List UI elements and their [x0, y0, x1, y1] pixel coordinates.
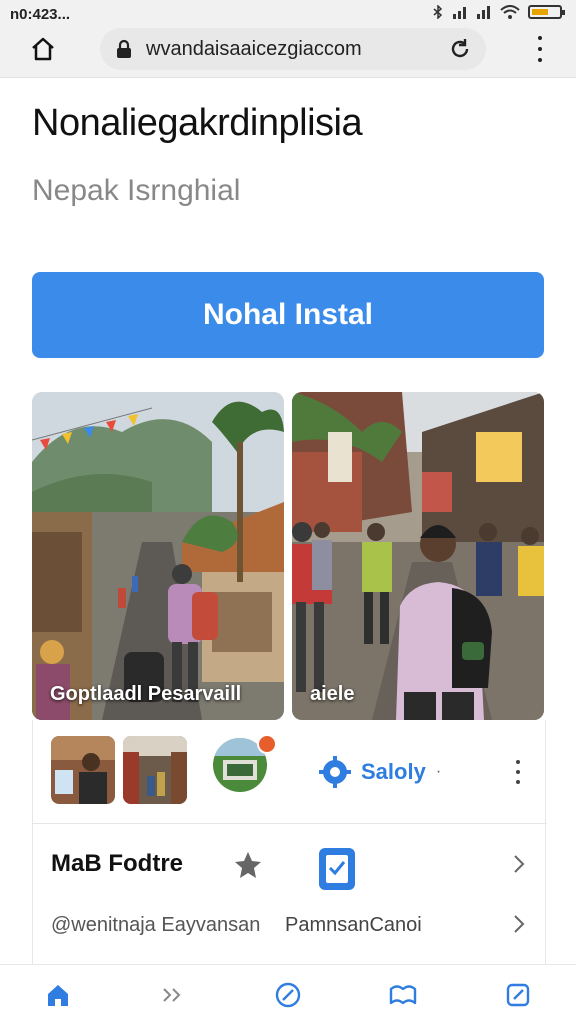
safety-label: Saloly: [361, 759, 426, 784]
nav-edit[interactable]: [270, 977, 306, 1013]
document-icon[interactable]: [317, 846, 357, 892]
home-icon: [47, 984, 68, 1006]
photo-market-man[interactable]: aiele: [292, 392, 544, 720]
address-bar[interactable]: wvandaisaaicezgiaccom: [100, 28, 486, 70]
feature-row[interactable]: MaB Fodtre: [33, 824, 547, 904]
status-time: n0:423...: [10, 6, 71, 23]
page-title: Nonaliegakrdinplisia: [32, 102, 363, 144]
gear-badge-icon: [319, 756, 351, 788]
profile-name: PamnsanCanoi: [285, 914, 422, 936]
lock-icon: [117, 39, 131, 58]
nav-compose[interactable]: [500, 977, 536, 1013]
signal-icon: [453, 7, 466, 19]
bluetooth-icon: [433, 5, 443, 19]
page-subtitle: Nepak Isrnghial: [32, 174, 241, 207]
home-button[interactable]: [28, 34, 58, 64]
reload-icon[interactable]: [448, 37, 472, 61]
map-icon: [389, 984, 417, 1004]
thumbnail-2[interactable]: [123, 736, 187, 804]
battery-icon: [528, 5, 565, 19]
signal-icon-2: [477, 6, 490, 19]
home-icon: [32, 37, 54, 61]
thumbnail-image: [51, 736, 115, 804]
feature-title: MaB Fodtre: [51, 850, 183, 877]
photo-caption-2: aiele: [310, 683, 355, 705]
browser-menu-button[interactable]: [534, 36, 546, 62]
status-icons: [432, 5, 565, 19]
photo-village-street[interactable]: Goptlaadl Pesarvaill: [32, 392, 284, 720]
thumbnail-image: [123, 736, 187, 804]
profile-handle: @wenitnaja Eayvansan: [51, 914, 261, 936]
separator-dot: ·: [435, 763, 442, 780]
double-chevron-icon: [163, 987, 181, 1002]
nav-forward[interactable]: [155, 977, 191, 1013]
info-card: Saloly · MaB Fodtre @wenitnaja Eayvansan…: [32, 720, 547, 970]
wifi-icon: [500, 5, 520, 19]
thumbnail-1[interactable]: [51, 736, 115, 804]
village-street-image: [32, 392, 284, 720]
url-text[interactable]: wvandaisaaicezgiaccom: [146, 38, 448, 61]
browser-chrome: n0:423... wvandaisaaicezgiaccom: [0, 0, 576, 78]
bottom-navigation: [0, 964, 576, 1024]
nav-map[interactable]: [385, 977, 421, 1013]
market-man-image: [292, 392, 544, 720]
edit-icon: [275, 982, 301, 1007]
safety-tag[interactable]: Saloly ·: [319, 756, 441, 788]
thumbnail-row: Saloly ·: [33, 720, 547, 824]
profile-row[interactable]: @wenitnaja Eayvansan PamnsanCanoi: [33, 904, 547, 964]
nav-home[interactable]: [40, 977, 76, 1013]
compose-icon: [507, 983, 530, 1006]
pin-icon[interactable]: [233, 850, 263, 880]
chevron-right-icon[interactable]: [511, 854, 527, 874]
notification-badge: [257, 734, 277, 754]
photo-caption: Goptlaadl Pesarvaill: [50, 683, 242, 705]
card-menu-button[interactable]: [515, 760, 521, 784]
install-button[interactable]: Nohal Instal: [32, 272, 544, 358]
chevron-right-icon[interactable]: [511, 914, 527, 934]
